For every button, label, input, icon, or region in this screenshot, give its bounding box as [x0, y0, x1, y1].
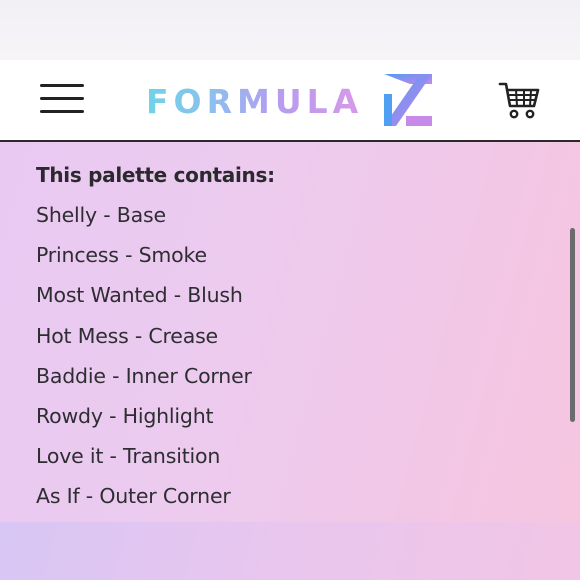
top-strip	[0, 0, 580, 60]
palette-item-love-it: Love it - Transition	[36, 444, 221, 469]
palette-heading: This palette contains:	[36, 163, 275, 187]
product-description: This palette contains: Shelly - Base Pri…	[0, 142, 580, 522]
scrollbar-thumb[interactable]	[570, 228, 575, 422]
shopping-cart-icon[interactable]	[498, 80, 540, 120]
formula-x-logo-icon	[384, 74, 432, 126]
palette-list: This palette contains: Shelly - Base Pri…	[36, 160, 275, 522]
brand-logo[interactable]: FORMULA	[146, 70, 436, 132]
palette-item-princess: Princess - Smoke	[36, 243, 207, 268]
hamburger-menu-icon[interactable]	[40, 82, 84, 116]
palette-item-most-wanted: Most Wanted - Blush	[36, 283, 243, 308]
content-background-lower	[0, 522, 580, 580]
palette-item-rowdy: Rowdy - Highlight	[36, 403, 214, 428]
palette-item-shelly: Shelly - Base	[36, 203, 166, 227]
brand-name: FORMULA	[146, 82, 364, 121]
site-header: FORMULA	[0, 60, 580, 142]
palette-item-as-if: As If - Outer Corner	[36, 484, 231, 509]
page: FORMULA This palette contains: Shelly - …	[0, 0, 580, 580]
palette-item-hot-mess: Hot Mess - Crease	[36, 323, 218, 348]
palette-item-baddie: Baddie - Inner Corner	[36, 363, 252, 388]
